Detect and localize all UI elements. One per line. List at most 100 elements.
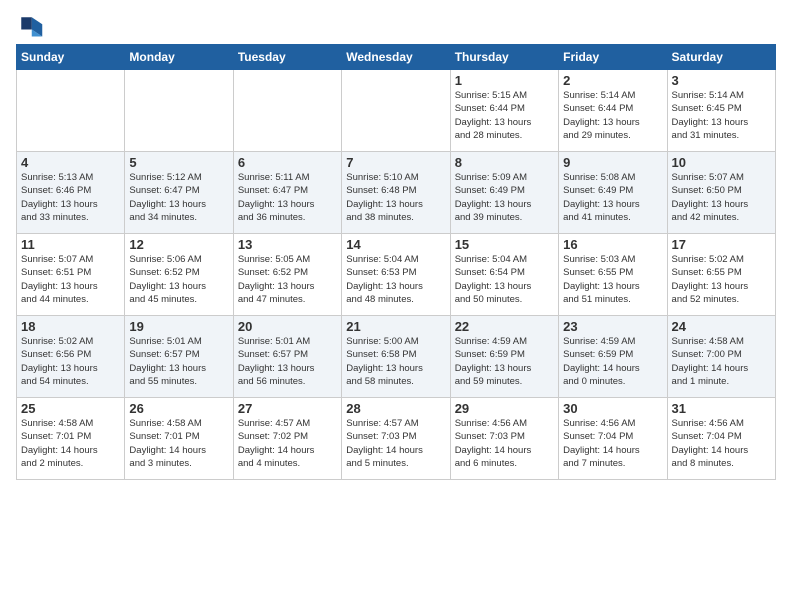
day-number: 7 bbox=[346, 155, 445, 170]
day-info: Sunrise: 5:02 AM Sunset: 6:56 PM Dayligh… bbox=[21, 335, 120, 388]
calendar-cell: 26Sunrise: 4:58 AM Sunset: 7:01 PM Dayli… bbox=[125, 398, 233, 480]
calendar-cell: 25Sunrise: 4:58 AM Sunset: 7:01 PM Dayli… bbox=[17, 398, 125, 480]
calendar-cell: 15Sunrise: 5:04 AM Sunset: 6:54 PM Dayli… bbox=[450, 234, 558, 316]
day-info: Sunrise: 4:58 AM Sunset: 7:01 PM Dayligh… bbox=[129, 417, 228, 470]
calendar-header: SundayMondayTuesdayWednesdayThursdayFrid… bbox=[17, 45, 776, 70]
day-number: 6 bbox=[238, 155, 337, 170]
day-info: Sunrise: 5:06 AM Sunset: 6:52 PM Dayligh… bbox=[129, 253, 228, 306]
day-info: Sunrise: 5:14 AM Sunset: 6:44 PM Dayligh… bbox=[563, 89, 662, 142]
day-info: Sunrise: 5:07 AM Sunset: 6:50 PM Dayligh… bbox=[672, 171, 771, 224]
day-number: 10 bbox=[672, 155, 771, 170]
calendar-week-row: 18Sunrise: 5:02 AM Sunset: 6:56 PM Dayli… bbox=[17, 316, 776, 398]
calendar-container: SundayMondayTuesdayWednesdayThursdayFrid… bbox=[0, 0, 792, 488]
day-number: 27 bbox=[238, 401, 337, 416]
day-number: 12 bbox=[129, 237, 228, 252]
day-info: Sunrise: 5:10 AM Sunset: 6:48 PM Dayligh… bbox=[346, 171, 445, 224]
day-number: 4 bbox=[21, 155, 120, 170]
calendar-cell: 9Sunrise: 5:08 AM Sunset: 6:49 PM Daylig… bbox=[559, 152, 667, 234]
logo-icon bbox=[16, 12, 44, 40]
day-number: 1 bbox=[455, 73, 554, 88]
day-info: Sunrise: 5:02 AM Sunset: 6:55 PM Dayligh… bbox=[672, 253, 771, 306]
day-number: 9 bbox=[563, 155, 662, 170]
calendar-week-row: 4Sunrise: 5:13 AM Sunset: 6:46 PM Daylig… bbox=[17, 152, 776, 234]
calendar-cell: 18Sunrise: 5:02 AM Sunset: 6:56 PM Dayli… bbox=[17, 316, 125, 398]
day-info: Sunrise: 5:05 AM Sunset: 6:52 PM Dayligh… bbox=[238, 253, 337, 306]
calendar-week-row: 11Sunrise: 5:07 AM Sunset: 6:51 PM Dayli… bbox=[17, 234, 776, 316]
calendar-cell: 8Sunrise: 5:09 AM Sunset: 6:49 PM Daylig… bbox=[450, 152, 558, 234]
day-info: Sunrise: 4:58 AM Sunset: 7:00 PM Dayligh… bbox=[672, 335, 771, 388]
calendar-cell: 16Sunrise: 5:03 AM Sunset: 6:55 PM Dayli… bbox=[559, 234, 667, 316]
calendar-cell: 5Sunrise: 5:12 AM Sunset: 6:47 PM Daylig… bbox=[125, 152, 233, 234]
weekday-header-friday: Friday bbox=[559, 45, 667, 70]
weekday-header-saturday: Saturday bbox=[667, 45, 775, 70]
calendar-cell: 20Sunrise: 5:01 AM Sunset: 6:57 PM Dayli… bbox=[233, 316, 341, 398]
calendar-cell: 29Sunrise: 4:56 AM Sunset: 7:03 PM Dayli… bbox=[450, 398, 558, 480]
calendar-cell: 30Sunrise: 4:56 AM Sunset: 7:04 PM Dayli… bbox=[559, 398, 667, 480]
day-number: 14 bbox=[346, 237, 445, 252]
header bbox=[16, 12, 776, 40]
day-number: 11 bbox=[21, 237, 120, 252]
calendar-cell: 17Sunrise: 5:02 AM Sunset: 6:55 PM Dayli… bbox=[667, 234, 775, 316]
logo bbox=[16, 12, 48, 40]
weekday-header-tuesday: Tuesday bbox=[233, 45, 341, 70]
day-number: 16 bbox=[563, 237, 662, 252]
day-number: 24 bbox=[672, 319, 771, 334]
day-number: 29 bbox=[455, 401, 554, 416]
day-number: 5 bbox=[129, 155, 228, 170]
calendar-cell: 6Sunrise: 5:11 AM Sunset: 6:47 PM Daylig… bbox=[233, 152, 341, 234]
day-info: Sunrise: 5:04 AM Sunset: 6:54 PM Dayligh… bbox=[455, 253, 554, 306]
calendar-cell: 31Sunrise: 4:56 AM Sunset: 7:04 PM Dayli… bbox=[667, 398, 775, 480]
weekday-header-monday: Monday bbox=[125, 45, 233, 70]
day-info: Sunrise: 5:04 AM Sunset: 6:53 PM Dayligh… bbox=[346, 253, 445, 306]
calendar-cell: 10Sunrise: 5:07 AM Sunset: 6:50 PM Dayli… bbox=[667, 152, 775, 234]
calendar-cell: 3Sunrise: 5:14 AM Sunset: 6:45 PM Daylig… bbox=[667, 70, 775, 152]
day-number: 30 bbox=[563, 401, 662, 416]
weekday-header-row: SundayMondayTuesdayWednesdayThursdayFrid… bbox=[17, 45, 776, 70]
calendar-table: SundayMondayTuesdayWednesdayThursdayFrid… bbox=[16, 44, 776, 480]
day-info: Sunrise: 5:01 AM Sunset: 6:57 PM Dayligh… bbox=[129, 335, 228, 388]
weekday-header-sunday: Sunday bbox=[17, 45, 125, 70]
calendar-cell: 11Sunrise: 5:07 AM Sunset: 6:51 PM Dayli… bbox=[17, 234, 125, 316]
calendar-cell bbox=[342, 70, 450, 152]
day-number: 23 bbox=[563, 319, 662, 334]
calendar-cell: 28Sunrise: 4:57 AM Sunset: 7:03 PM Dayli… bbox=[342, 398, 450, 480]
calendar-cell: 27Sunrise: 4:57 AM Sunset: 7:02 PM Dayli… bbox=[233, 398, 341, 480]
day-info: Sunrise: 5:15 AM Sunset: 6:44 PM Dayligh… bbox=[455, 89, 554, 142]
calendar-cell: 21Sunrise: 5:00 AM Sunset: 6:58 PM Dayli… bbox=[342, 316, 450, 398]
day-number: 31 bbox=[672, 401, 771, 416]
day-info: Sunrise: 5:09 AM Sunset: 6:49 PM Dayligh… bbox=[455, 171, 554, 224]
day-info: Sunrise: 5:03 AM Sunset: 6:55 PM Dayligh… bbox=[563, 253, 662, 306]
day-info: Sunrise: 4:56 AM Sunset: 7:04 PM Dayligh… bbox=[563, 417, 662, 470]
day-number: 2 bbox=[563, 73, 662, 88]
day-number: 25 bbox=[21, 401, 120, 416]
day-number: 15 bbox=[455, 237, 554, 252]
day-info: Sunrise: 5:07 AM Sunset: 6:51 PM Dayligh… bbox=[21, 253, 120, 306]
day-number: 26 bbox=[129, 401, 228, 416]
day-number: 18 bbox=[21, 319, 120, 334]
day-number: 13 bbox=[238, 237, 337, 252]
day-number: 3 bbox=[672, 73, 771, 88]
calendar-week-row: 1Sunrise: 5:15 AM Sunset: 6:44 PM Daylig… bbox=[17, 70, 776, 152]
day-number: 28 bbox=[346, 401, 445, 416]
day-info: Sunrise: 4:58 AM Sunset: 7:01 PM Dayligh… bbox=[21, 417, 120, 470]
calendar-cell: 13Sunrise: 5:05 AM Sunset: 6:52 PM Dayli… bbox=[233, 234, 341, 316]
day-info: Sunrise: 4:57 AM Sunset: 7:02 PM Dayligh… bbox=[238, 417, 337, 470]
day-info: Sunrise: 5:01 AM Sunset: 6:57 PM Dayligh… bbox=[238, 335, 337, 388]
day-number: 8 bbox=[455, 155, 554, 170]
day-info: Sunrise: 4:56 AM Sunset: 7:04 PM Dayligh… bbox=[672, 417, 771, 470]
day-info: Sunrise: 5:13 AM Sunset: 6:46 PM Dayligh… bbox=[21, 171, 120, 224]
calendar-cell bbox=[233, 70, 341, 152]
calendar-cell bbox=[125, 70, 233, 152]
calendar-cell: 2Sunrise: 5:14 AM Sunset: 6:44 PM Daylig… bbox=[559, 70, 667, 152]
day-info: Sunrise: 5:14 AM Sunset: 6:45 PM Dayligh… bbox=[672, 89, 771, 142]
calendar-week-row: 25Sunrise: 4:58 AM Sunset: 7:01 PM Dayli… bbox=[17, 398, 776, 480]
day-number: 21 bbox=[346, 319, 445, 334]
day-info: Sunrise: 5:08 AM Sunset: 6:49 PM Dayligh… bbox=[563, 171, 662, 224]
calendar-cell: 7Sunrise: 5:10 AM Sunset: 6:48 PM Daylig… bbox=[342, 152, 450, 234]
calendar-cell: 19Sunrise: 5:01 AM Sunset: 6:57 PM Dayli… bbox=[125, 316, 233, 398]
calendar-cell: 24Sunrise: 4:58 AM Sunset: 7:00 PM Dayli… bbox=[667, 316, 775, 398]
calendar-cell: 4Sunrise: 5:13 AM Sunset: 6:46 PM Daylig… bbox=[17, 152, 125, 234]
calendar-cell: 22Sunrise: 4:59 AM Sunset: 6:59 PM Dayli… bbox=[450, 316, 558, 398]
calendar-cell: 14Sunrise: 5:04 AM Sunset: 6:53 PM Dayli… bbox=[342, 234, 450, 316]
calendar-body: 1Sunrise: 5:15 AM Sunset: 6:44 PM Daylig… bbox=[17, 70, 776, 480]
